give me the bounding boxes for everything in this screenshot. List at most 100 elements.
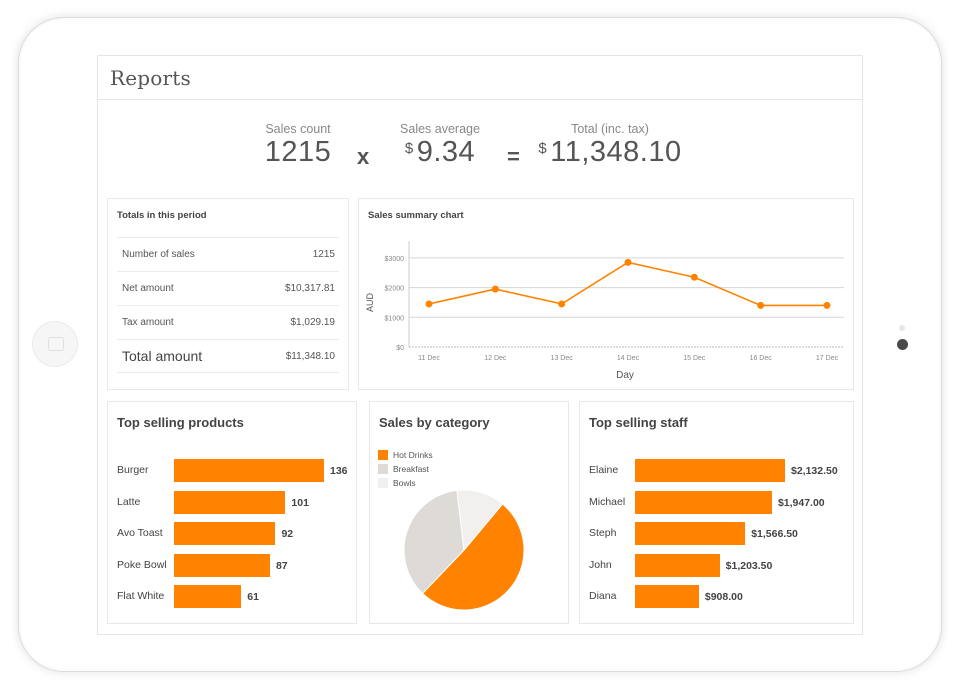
products-title: Top selling products — [117, 415, 244, 430]
row-label: Number of sales — [122, 249, 195, 260]
bar — [635, 490, 772, 514]
totals-title: Totals in this period — [117, 210, 207, 221]
bar-row: Steph $1,566.50 — [580, 522, 853, 546]
bar-row: Avo Toast 92 — [108, 522, 356, 546]
data-point — [558, 300, 566, 308]
totals-table: Number of sales 1215 Net amount $10,317.81… — [117, 237, 339, 373]
bar-row: Flat White 61 — [108, 585, 356, 609]
x-tick-label: 13 Dec — [551, 355, 574, 362]
multiply-operator: x — [357, 144, 370, 169]
sales-average: Sales average $9.34 — [390, 122, 490, 169]
x-tick-label: 17 Dec — [816, 355, 839, 362]
home-square-icon — [48, 337, 64, 351]
sales-average-label: Sales average — [400, 122, 480, 136]
camera-icon — [897, 339, 908, 350]
bar-value-label: 92 — [281, 528, 294, 540]
bar-label: Elaine — [589, 464, 619, 476]
bar — [635, 459, 785, 482]
row-label: Tax amount — [122, 317, 174, 328]
bar-label: Poke Bowl — [117, 558, 167, 571]
bar-label: Avo Toast — [117, 527, 163, 539]
x-tick-label: 11 Dec — [418, 355, 440, 362]
x-tick-label: 15 Dec — [683, 355, 706, 362]
series-line — [428, 261, 827, 307]
bar-label: Diana — [589, 590, 617, 602]
sales-count: Sales count 1215 — [248, 122, 348, 169]
bar-label: John — [589, 558, 612, 571]
total-label: Total (inc. tax) — [571, 122, 649, 136]
row-value: 1215 — [312, 249, 335, 260]
sales-count-value: 1215 — [264, 136, 332, 168]
y-tick-label: $3000 — [385, 256, 405, 263]
row-value: $1,029.19 — [290, 317, 336, 328]
line-chart: $0 $1000 $2000 $3000 AUD 11 Dec 12 Dec 13 Dec 14… — [365, 241, 844, 381]
sales-average-value: 9.34 — [416, 136, 476, 168]
data-point — [425, 300, 433, 308]
bar-value-label: 101 — [291, 496, 309, 509]
y-tick-label: $2000 — [385, 286, 405, 293]
staff-title: Top selling staff — [589, 415, 688, 430]
sales-by-category-card: Sales by category Hot Drinks Breakfast B… — [369, 401, 569, 624]
top-products-card: Top selling products Burger 136 Latte 101 Av… — [107, 401, 357, 624]
bar-value-label: 136 — [330, 465, 348, 477]
home-button[interactable] — [32, 321, 78, 367]
bar-row: Poke Bowl 87 — [108, 553, 356, 578]
x-axis-label: Day — [616, 370, 634, 381]
total-value: 11,348.10 — [550, 136, 682, 168]
bar — [174, 522, 276, 545]
page-header: Reports — [98, 56, 862, 100]
bar-label: Latte — [117, 495, 141, 508]
row-value: $10,317.81 — [284, 283, 335, 294]
bar-value-label: $2,132.50 — [791, 465, 838, 477]
bar-label: Michael — [589, 495, 626, 508]
table-row: Net amount $10,317.81 — [117, 271, 339, 305]
sensor-icon — [899, 325, 905, 331]
bar-value-label: $908.00 — [704, 591, 743, 603]
top-staff-card: Top selling staff Elaine $2,132.50 Michael… — [579, 401, 854, 624]
data-point — [491, 285, 499, 293]
row-label: Net amount — [122, 283, 174, 294]
bar-value-label: $1,203.50 — [725, 559, 773, 572]
bar-label: Steph — [589, 527, 617, 539]
y-tick-label: $0 — [396, 345, 404, 352]
bar-row: Diana $908.00 — [580, 585, 853, 609]
row-value: $11,348.10 — [285, 350, 335, 362]
bar-label: Burger — [117, 464, 149, 476]
equals-operator: = — [507, 144, 520, 169]
data-point — [823, 301, 831, 309]
sales-summary-chart-card: Sales summary chart $0 $1000 $2000 $3000 AUD… — [358, 198, 854, 390]
table-row: Number of sales 1215 — [117, 237, 339, 271]
page-title: Reports — [110, 65, 191, 90]
reports-screen: Reports Sales count 1215 x Sales average… — [97, 55, 863, 635]
row-label: Total amount — [122, 348, 203, 364]
total-inc-tax: Total (inc. tax) $11,348.10 — [530, 122, 690, 169]
data-point — [624, 258, 632, 266]
bar-value-label: 61 — [247, 591, 259, 603]
table-row: Tax amount $1,029.19 — [117, 305, 339, 339]
data-point — [690, 273, 698, 281]
currency-symbol: $ — [404, 140, 414, 157]
x-tick-label: 12 Dec — [484, 355, 507, 362]
x-tick-label: 16 Dec — [750, 355, 773, 362]
sales-summary: Sales count 1215 x Sales average $9.34 =… — [98, 122, 862, 182]
x-tick-label: 14 Dec — [617, 355, 640, 362]
bar — [174, 553, 270, 577]
sales-count-label: Sales count — [265, 122, 331, 136]
bar — [174, 585, 242, 608]
bar — [635, 522, 746, 545]
bar-row: John $1,203.50 — [580, 553, 853, 578]
bar-value-label: $1,566.50 — [751, 528, 798, 540]
bar-row: Elaine $2,132.50 — [580, 459, 853, 483]
bar-row: Michael $1,947.00 — [580, 490, 853, 515]
totals-card: Totals in this period Number of sales 121… — [107, 198, 349, 390]
bar-value-label: 87 — [275, 559, 288, 572]
bar — [635, 585, 699, 608]
pie-chart — [403, 489, 525, 611]
bar-row: Latte 101 — [108, 490, 356, 515]
table-row: Total amount $11,348.10 — [117, 339, 339, 373]
total-value-wrap: $11,348.10 — [530, 136, 690, 169]
bar — [174, 459, 324, 482]
currency-symbol: $ — [538, 140, 548, 157]
bar — [174, 490, 286, 514]
bar-row: Burger 136 — [108, 459, 356, 483]
